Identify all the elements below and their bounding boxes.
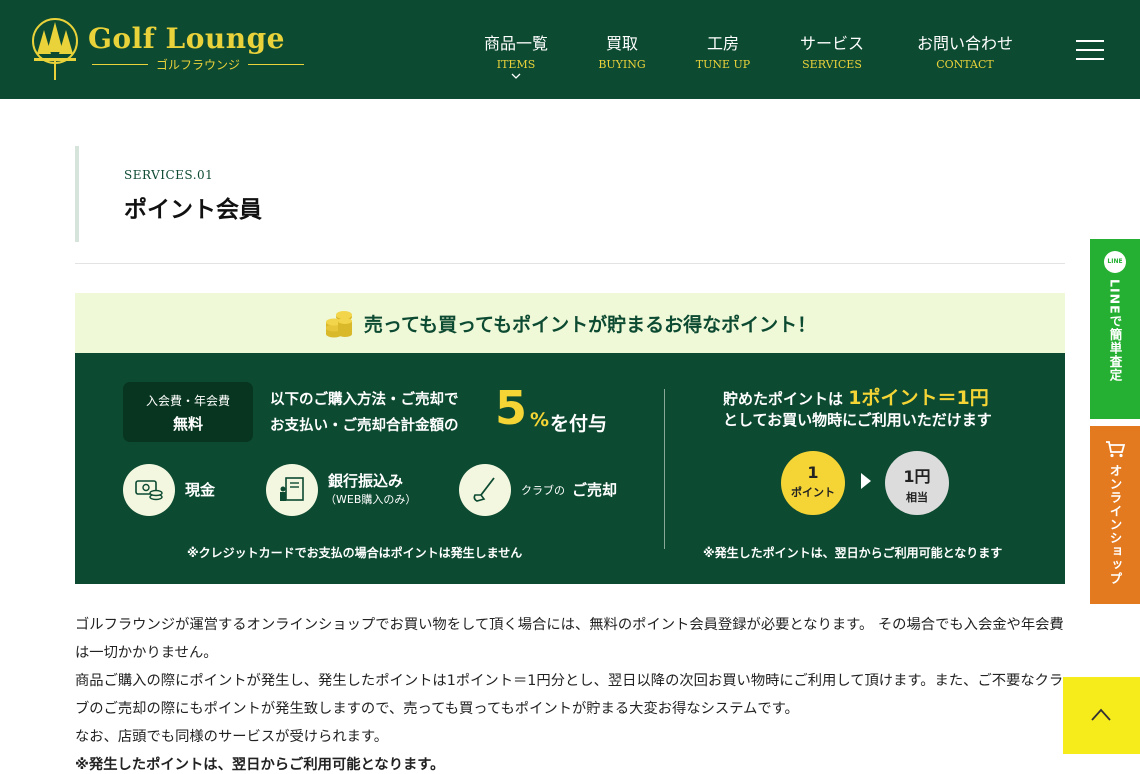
badge-line1: 入会費・年会費 — [145, 394, 230, 408]
pay-club-main: ご売却 — [572, 481, 618, 499]
line-tab-label: LINEで簡単査定 — [1107, 279, 1123, 383]
nav-item-services-jp: サービス — [799, 34, 864, 53]
cash-icon — [123, 464, 175, 516]
back-to-top-button[interactable] — [1063, 677, 1140, 754]
point-rate-line: 貯めたポイントは 1ポイント＝1円 — [723, 383, 989, 410]
banner-headline-bar: 売っても買ってもポイントが貯まるお得なポイント！ — [75, 293, 1065, 353]
pay-bank-label: 銀行振込み — [328, 472, 404, 490]
tree-logo-icon — [32, 18, 78, 80]
coins-icon — [325, 311, 352, 338]
golf-club-icon — [459, 464, 511, 516]
nav-item-items[interactable]: 商品一覧 ITEMS — [482, 30, 550, 79]
badge-line2: 無料 — [172, 415, 203, 433]
nav-item-buying-jp: 買取 — [605, 34, 638, 53]
pay-club-prefix: クラブの — [521, 484, 565, 497]
description-paragraph: なお、店頭でも同様のサービスが受けられます。 — [75, 729, 389, 745]
description-paragraph: ゴルフラウンジが運営するオンラインショップでお買い物をして頂く場合には、無料のポ… — [75, 617, 1064, 661]
nav-item-items-jp: 商品一覧 — [483, 34, 548, 53]
chevron-up-icon — [1091, 708, 1111, 721]
points-banner: 入会費・年会費 無料 以下のご購入方法・ご売却で お支払い・ご売却合計金額の 5… — [75, 353, 1065, 584]
logo-subtitle-text: ゴルフラウンジ — [156, 58, 241, 72]
description-note: ※発生したポイントは、翌日からご利用可能となります。 — [75, 757, 445, 773]
main-nav: 商品一覧 ITEMS 買取 BUYING 工房 TUNE UP サービス SER… — [460, 30, 1040, 80]
pay-bank-note: （WEB購入のみ） — [325, 493, 417, 506]
cart-icon — [1106, 441, 1125, 458]
hamburger-line — [1076, 49, 1104, 51]
point-rate-value: 1ポイント＝1円 — [848, 387, 989, 409]
nav-item-contact-en: CONTACT — [936, 58, 994, 71]
hamburger-line — [1076, 40, 1104, 42]
section-label: SERVICES.01 — [124, 168, 214, 182]
intro-line1: 以下のご購入方法・ご売却で — [270, 392, 459, 408]
section-heading: SERVICES.01 ポイント会員 — [75, 146, 1065, 242]
arrow-right-icon — [861, 473, 871, 489]
description-paragraph: 商品ご購入の際にポイントが発生し、発生したポイントは1ポイント＝1円分とし、翌日… — [75, 673, 1064, 717]
points-available-note: ※発生したポイントは、翌日からご利用可能となります — [703, 546, 1003, 560]
site-header: Golf Lounge ゴルフラウンジ 商品一覧 ITEMS 買取 BUYING… — [0, 0, 1140, 99]
nav-item-buying-en: BUYING — [598, 58, 646, 71]
yen-circle-label: 相当 — [906, 491, 928, 504]
online-shop-label: オンラインショップ — [1107, 464, 1123, 586]
point-rate-prefix: 貯めたポイントは — [723, 390, 844, 408]
hamburger-icon[interactable] — [1076, 40, 1104, 60]
logo-rule-right — [248, 64, 305, 65]
point-circle: 1 ポイント — [781, 451, 845, 515]
description-text: ゴルフラウンジが運営するオンラインショップでお買い物をして頂く場合には、無料のポ… — [75, 611, 1065, 774]
yen-circle-number: 1円 — [903, 467, 931, 486]
chevron-down-icon — [511, 73, 521, 79]
banner-headline: 売っても買ってもポイントが貯まるお得なポイント！ — [363, 313, 817, 336]
logo-title: Golf Lounge — [88, 22, 285, 55]
point-circle-label: ポイント — [791, 486, 835, 499]
hamburger-line — [1076, 58, 1104, 60]
bank-transfer-icon — [266, 464, 318, 516]
free-membership-badge: 入会費・年会費 無料 — [123, 382, 253, 442]
logo-rule-left — [92, 64, 148, 65]
rate-unit: % — [530, 409, 550, 431]
intro-line2: お支払い・ご売却合計金額の — [270, 418, 459, 434]
nav-item-tune-up-en: TUNE UP — [695, 58, 751, 71]
nav-item-buying[interactable]: 買取 BUYING — [592, 30, 652, 71]
intro-text: 以下のご購入方法・ご売却で お支払い・ご売却合計金額の — [270, 387, 459, 439]
page-title: ポイント会員 — [124, 197, 262, 223]
line-logo-icon: LINE — [1104, 251, 1126, 273]
online-shop-tab[interactable]: オンラインショップ — [1090, 426, 1140, 604]
pay-cash-label: 現金 — [185, 481, 216, 499]
logo[interactable]: Golf Lounge ゴルフラウンジ — [30, 14, 320, 84]
nav-item-services[interactable]: サービス SERVICES — [794, 30, 870, 71]
point-usage-line: としてお買い物時にご利用いただけます — [723, 411, 992, 429]
line-appraisal-tab[interactable]: LINE LINEで簡単査定 — [1090, 239, 1140, 419]
nav-item-contact-jp: お問い合わせ — [916, 34, 1013, 53]
credit-card-note: ※クレジットカードでお支払の場合はポイントは発生しません — [187, 546, 523, 560]
yen-circle: 1円 相当 — [885, 451, 949, 515]
divider — [75, 263, 1065, 264]
nav-item-items-en: ITEMS — [496, 58, 536, 71]
banner-separator — [664, 389, 665, 549]
rate-suffix: を付与 — [550, 413, 608, 435]
nav-item-services-en: SERVICES — [802, 58, 862, 71]
nav-item-contact[interactable]: お問い合わせ CONTACT — [912, 30, 1018, 71]
point-circle-number: 1 — [807, 463, 819, 482]
nav-item-tune-up-jp: 工房 — [706, 34, 739, 53]
rate-number: 5 — [495, 381, 528, 435]
nav-item-tune-up[interactable]: 工房 TUNE UP — [688, 30, 758, 71]
logo-subtitle: ゴルフラウンジ — [92, 56, 305, 73]
